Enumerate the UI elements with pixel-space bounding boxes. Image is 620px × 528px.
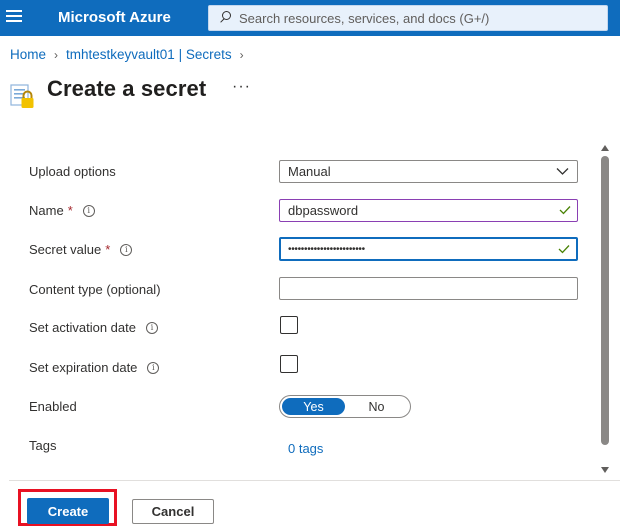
footer-divider [9,480,620,481]
search-icon [218,10,234,26]
activation-date-label-text: Set activation date [29,320,136,335]
upload-options-label-text: Upload options [29,164,116,179]
content-type-field[interactable] [279,277,578,300]
upload-options-label: Upload options [29,164,116,179]
secret-value-label: Secret value * i [29,242,133,257]
scrollbar-thumb[interactable] [601,156,609,445]
content-type-label-text: Content type (optional) [29,282,161,297]
chevron-right-icon: › [54,47,59,62]
secret-value-label-text: Secret value [29,242,102,257]
enabled-label-text: Enabled [29,399,77,414]
activation-date-label: Set activation date i [29,320,158,335]
activation-date-checkbox[interactable] [280,316,298,334]
breadcrumb-home[interactable]: Home [10,47,46,62]
required-mark: * [67,203,73,218]
enabled-yes-option[interactable]: Yes [282,398,345,415]
more-options-button[interactable]: ··· [232,78,251,96]
breadcrumb-secrets[interactable]: tmhtestkeyvault01 | Secrets [66,47,232,62]
tags-link[interactable]: 0 tags [288,441,323,456]
name-label-text: Name [29,203,64,218]
expiration-date-label: Set expiration date i [29,360,160,375]
content-type-label: Content type (optional) [29,282,161,297]
tags-label-text: Tags [29,438,57,453]
enabled-no-option[interactable]: No [345,398,408,415]
upload-options-value: Manual [288,164,331,179]
search-input[interactable]: Search resources, services, and docs (G+… [208,5,608,31]
cancel-button[interactable]: Cancel [132,499,214,524]
chevron-right-icon: › [239,47,244,62]
menu-icon[interactable] [6,10,22,24]
chevron-down-icon [556,168,569,175]
expiration-date-checkbox[interactable] [280,355,298,373]
upload-options-select[interactable]: Manual [279,160,578,183]
brand-title[interactable]: Microsoft Azure [58,9,171,26]
checkmark-icon [558,245,570,254]
breadcrumb: Home › tmhtestkeyvault01 | Secrets › [10,47,252,62]
key-vault-secret-icon [10,84,34,108]
scroll-up-arrow-icon[interactable] [600,144,610,152]
secret-value-field[interactable]: •••••••••••••••••••••••• [279,237,578,261]
secret-value-masked: •••••••••••••••••••••••• [288,243,365,255]
info-icon[interactable]: i [120,243,133,256]
checkmark-icon [559,206,571,215]
page-title: Create a secret [47,76,207,101]
search-placeholder: Search resources, services, and docs (G+… [239,10,490,26]
enabled-label: Enabled [29,399,77,414]
name-value: dbpassword [288,203,359,218]
top-bar: Microsoft Azure Search resources, servic… [0,0,620,36]
tags-label: Tags [29,438,56,453]
name-label: Name * i [29,203,95,218]
info-icon[interactable]: i [145,321,158,334]
scroll-down-arrow-icon[interactable] [600,466,610,474]
info-icon[interactable]: i [147,361,160,374]
create-button[interactable]: Create [27,498,109,524]
required-mark: * [105,242,111,257]
expiration-date-label-text: Set expiration date [29,360,138,375]
enabled-toggle[interactable]: Yes No [279,395,411,418]
info-icon[interactable]: i [82,204,95,217]
name-field[interactable]: dbpassword [279,199,578,222]
